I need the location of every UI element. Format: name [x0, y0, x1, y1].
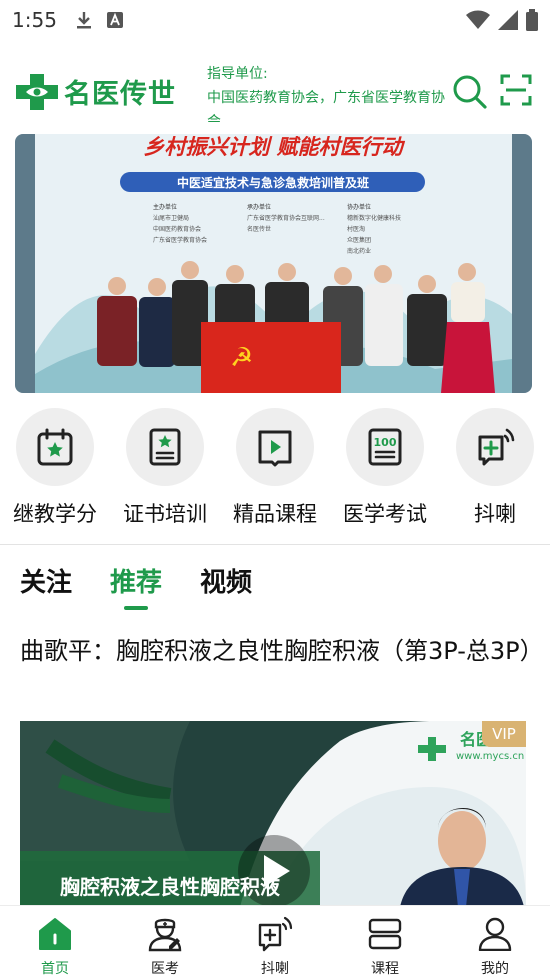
broadcast-plus-icon [258, 916, 293, 952]
banner-col1-heading: 主办单位 [153, 203, 177, 211]
banner-col3-item: 南北药业 [347, 247, 371, 255]
quick-entry-label: 证书培训 [123, 502, 207, 526]
play-book-icon [258, 430, 292, 467]
banner-col3-item: 穗新数字化健康科技 [347, 214, 401, 222]
calendar-star-icon [37, 428, 73, 466]
nav-label: 首页 [41, 961, 69, 977]
nav-label: 课程 [371, 961, 399, 977]
banner-subtitle: 中医适宜技术与急诊急救培训普及班 [177, 175, 369, 190]
video-watermark: www.mycs.cn [456, 751, 525, 762]
video-caption: 胸腔积液之良性胸腔积液 [60, 875, 280, 899]
status-bar: 1:55 [0, 0, 550, 40]
battery-icon [526, 9, 538, 31]
layers-icon [368, 918, 402, 950]
search-icon[interactable] [452, 74, 488, 110]
scan-icon[interactable] [500, 74, 532, 106]
nav-profile[interactable]: 我的 [440, 906, 550, 979]
status-time: 1:55 [12, 8, 57, 32]
article-title[interactable]: 曲歌平：胸腔积液之良性胸腔积液（第3P-总3P） [20, 632, 544, 670]
section-divider [0, 544, 550, 545]
banner-col1-item: 汕尾市卫健局 [153, 214, 189, 222]
quick-entry-certificate[interactable]: 证书培训 [110, 408, 220, 528]
broadcast-plus-icon [478, 428, 515, 466]
svg-text:☭: ☭ [230, 343, 253, 373]
banner-col3-item: 众医集团 [347, 236, 371, 244]
signal-icon [498, 10, 518, 30]
video-thumbnail[interactable]: 名医 www.mycs.cn VIP 胸腔积液之良性胸腔积液 [20, 721, 526, 907]
guide-label: 指导单位: [207, 66, 268, 82]
certificate-icon [149, 428, 181, 466]
bottom-navigation: 首页 医考 抖喇 课程 我的 [0, 905, 550, 979]
banner-image: 乡村振兴计划 赋能村医行动 中医适宜技术与急诊急救培训普及班 主办单位 汕尾市卫… [15, 134, 532, 393]
tab-recommended[interactable]: 推荐 [110, 562, 162, 612]
quick-entry-label: 医学考试 [343, 502, 427, 526]
banner-col2-item: 广东省医学教育协会互联网... [247, 214, 325, 222]
quick-entry-label: 抖喇 [474, 502, 516, 526]
download-icon [76, 12, 91, 29]
guide-units: 指导单位: 中国医药教育协会，广东省医学教育协会 [207, 62, 452, 122]
banner-col1-item: 中国医药教育协会 [153, 225, 201, 233]
medical-cross-logo-icon [16, 73, 58, 110]
banner-col3-item: 村医淘 [347, 225, 365, 233]
quick-entry-medical-exam[interactable]: 100 医学考试 [330, 408, 440, 528]
nav-label: 我的 [481, 961, 509, 977]
banner-col3-heading: 协办单位 [347, 203, 371, 211]
nav-courses[interactable]: 课程 [330, 906, 440, 979]
banner-col2-item: 名医传世 [247, 225, 271, 233]
quick-entry-label: 继教学分 [13, 502, 97, 526]
banner-col1-item: 广东省医学教育协会 [153, 236, 207, 244]
nav-label: 抖喇 [261, 961, 289, 977]
feed-tabs: 关注 推荐 视频 [20, 562, 252, 612]
active-tab-indicator [124, 606, 149, 610]
keyboard-a-icon [106, 12, 123, 28]
app-header: 名医传世 指导单位: 中国医药教育协会，广东省医学教育协会 [0, 58, 550, 122]
banner-carousel[interactable]: 乡村振兴计划 赋能村医行动 中医适宜技术与急诊急救培训普及班 主办单位 汕尾市卫… [15, 134, 532, 393]
banner-title: 乡村振兴计划 赋能村医行动 [143, 134, 405, 159]
svg-text:100: 100 [374, 436, 397, 449]
quick-entry-continuing-education[interactable]: 继教学分 [0, 408, 110, 528]
nav-home[interactable]: 首页 [0, 906, 110, 979]
quick-entry-doula[interactable]: 抖喇 [440, 408, 550, 528]
logo-text: 名医传世 [64, 79, 176, 110]
exam-100-icon: 100 [368, 428, 402, 466]
quick-entry-label: 精品课程 [233, 502, 317, 526]
quick-entry-grid: 继教学分 证书培训 精品课程 100 医学考试 抖喇 [0, 408, 550, 533]
guide-text: 中国医药教育协会，广东省医学教育协会 [207, 90, 445, 122]
nav-label: 医考 [151, 961, 179, 977]
doctor-icon [148, 918, 182, 952]
tab-videos[interactable]: 视频 [200, 562, 252, 612]
home-icon [39, 918, 71, 950]
quick-entry-premium-courses[interactable]: 精品课程 [220, 408, 330, 528]
user-icon [478, 917, 512, 951]
banner-col2-heading: 承办单位 [247, 203, 271, 211]
nav-medical-exam[interactable]: 医考 [110, 906, 220, 979]
app-logo[interactable]: 名医传世 [16, 72, 176, 111]
vip-badge: VIP [482, 721, 526, 747]
nav-doula[interactable]: 抖喇 [220, 906, 330, 979]
tab-following[interactable]: 关注 [20, 562, 72, 612]
wifi-icon [466, 10, 490, 29]
